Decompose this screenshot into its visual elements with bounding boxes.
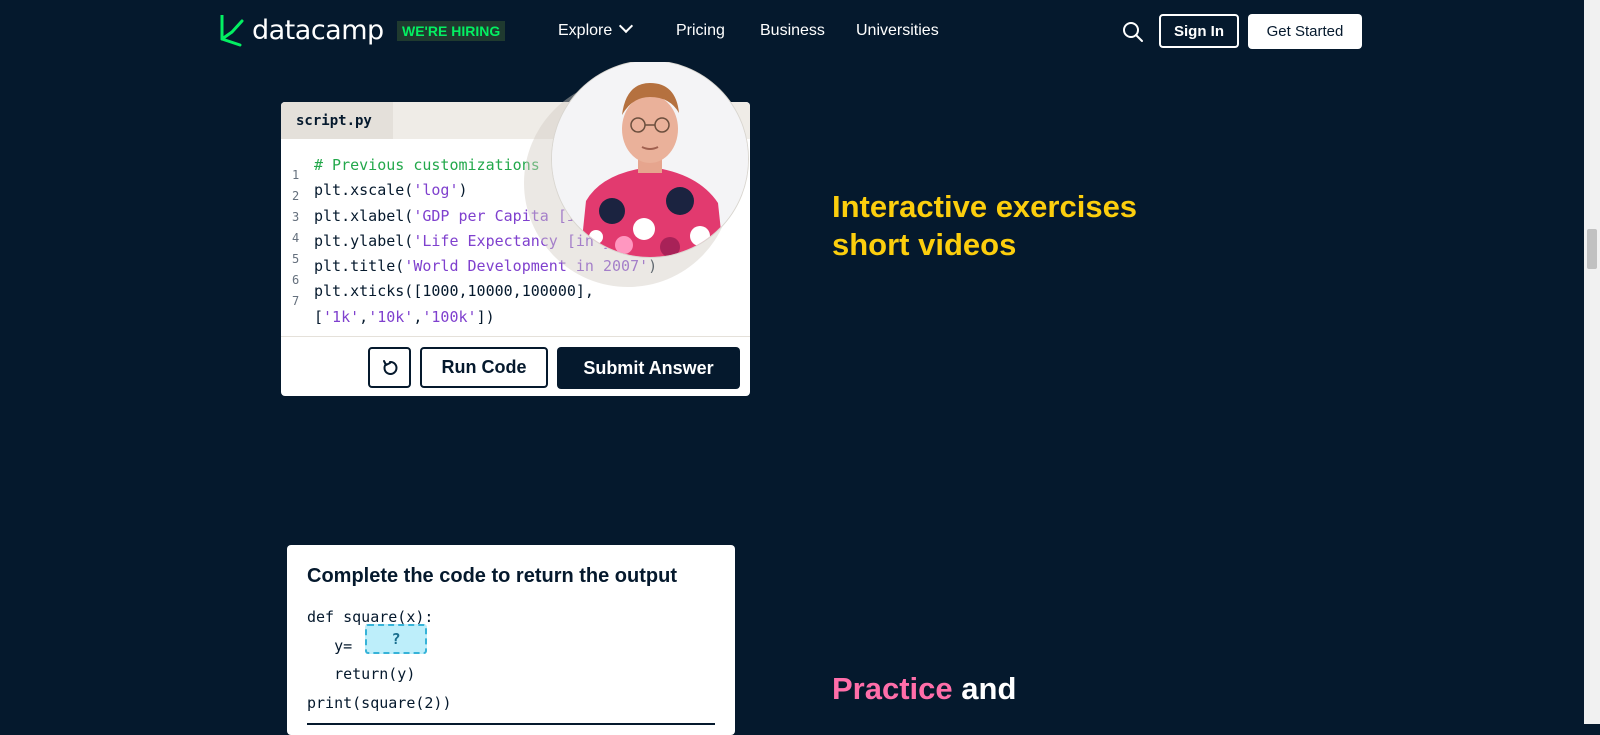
interactive-heading-line-1: Interactive exercises [832,189,1138,224]
nav-universities[interactable]: Universities [856,22,939,40]
code-token: ) [458,181,468,200]
code-token: ]) [476,307,495,326]
answer-blank[interactable]: ? [365,624,427,654]
interactive-heading-line-2: short videos [832,227,1017,262]
scrollbar-thumb[interactable] [1587,229,1597,269]
code-token: plt.title( [314,257,405,276]
quiz-title: Complete the code to return the output [307,565,677,587]
reset-button[interactable] [368,347,411,388]
quiz-code-line: return(y) [307,665,416,683]
quiz-card: Complete the code to return the output d… [287,545,735,735]
top-nav: datacamp WE'RE HIRING Explore Pricing Bu… [0,0,1584,62]
line-number: 6 [292,273,300,287]
line-number: 1 [292,168,300,182]
code-string: '100k' [422,307,477,326]
page-scrollbar[interactable] [1584,0,1600,724]
line-number: 4 [292,231,300,245]
interactive-heading: Interactive exercises short videos [832,188,1137,264]
code-token: , [359,307,369,326]
nav-business[interactable]: Business [760,22,825,40]
logo-text: datacamp [252,14,384,46]
instructor-video-thumbnail[interactable] [551,60,749,258]
line-number: 7 [292,294,300,308]
line-number: 3 [292,210,300,224]
reset-icon [382,359,397,375]
editor-divider [281,336,750,337]
search-icon[interactable] [1122,21,1144,43]
instructor-image [552,61,748,257]
code-string: '10k' [368,307,414,326]
submit-answer-button[interactable]: Submit Answer [557,347,740,389]
nav-explore[interactable]: Explore [558,18,634,40]
line-number: 2 [292,189,300,203]
code-comment: # Previous customizations [314,156,540,174]
and-word: and [961,671,1017,706]
line-numbers: 1 2 3 4 5 6 7 [292,165,299,312]
tab-script-py[interactable]: script.py [281,102,393,139]
hiring-badge[interactable]: WE'RE HIRING [397,21,506,41]
nav-pricing[interactable]: Pricing [676,22,725,40]
chevron-down-icon [619,18,634,34]
datacamp-logo-icon [220,15,244,47]
get-started-button[interactable]: Get Started [1248,14,1362,49]
datacamp-logo[interactable]: datacamp [218,12,384,48]
quiz-code-line: print(square(2)) [307,693,452,712]
quiz-answer-bar [307,723,715,725]
code-string: '1k' [323,307,360,326]
code-token: [ [314,307,324,326]
code-line: ['1k','10k','100k']) [314,305,675,330]
code-token: plt.ylabel( [314,231,414,250]
sign-in-button[interactable]: Sign In [1159,14,1239,48]
code-string: 'log' [413,181,459,200]
nav-explore-label: Explore [558,22,613,39]
practice-heading: Practice and [832,670,1016,708]
code-token: plt.xticks([1000,10000,100000], [314,282,594,301]
code-token: plt.xlabel( [314,206,414,225]
practice-word: Practice [832,671,953,706]
run-code-button[interactable]: Run Code [420,347,548,388]
quiz-code: def square(x): y= return(y) print(square(… [307,603,452,717]
line-number: 5 [292,252,300,266]
code-token: plt.xscale( [314,181,414,200]
